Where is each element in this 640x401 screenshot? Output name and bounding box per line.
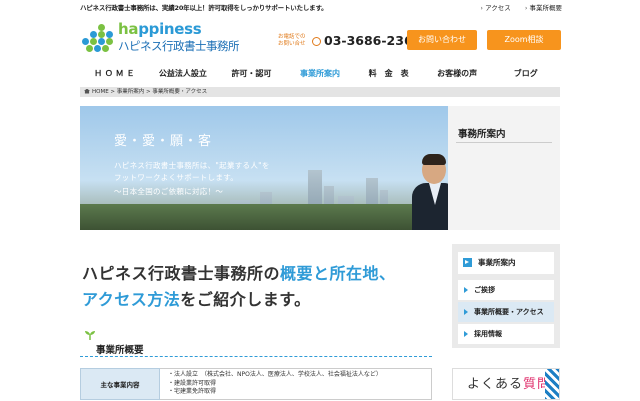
faq-label: よくある質問 bbox=[467, 377, 552, 392]
site-tagline: ハピネス行政書士事務所は、実績20年以上！許可取得をしっかりサポートいたします。 bbox=[80, 4, 328, 12]
stripe-decoration bbox=[545, 369, 559, 399]
nav-item-home[interactable]: Ｈ Ｏ Ｍ Ｅ bbox=[80, 62, 149, 86]
nav-item-pricing[interactable]: 料 金 表 bbox=[354, 62, 423, 86]
top-links: アクセス 事業所概要 bbox=[468, 2, 562, 12]
top-link-overview[interactable]: 事業所概要 bbox=[525, 4, 562, 12]
representative-photo bbox=[412, 154, 448, 230]
nav-item-office[interactable]: 事業所案内 bbox=[286, 62, 355, 86]
side-heading-box: 事務所案内 bbox=[448, 106, 560, 230]
section-header: 事業所概要 bbox=[80, 330, 432, 358]
hero-heading: 愛・愛・願・客 bbox=[114, 134, 213, 149]
sidebar-item-office-guide[interactable]: 事業所案内 bbox=[458, 252, 554, 274]
logo-dots-icon bbox=[82, 22, 116, 52]
phone-icon bbox=[312, 37, 321, 46]
table-value-cell: ・法人設立 （株式会社、NPO法人、医療法人、学校法人、社会福祉法人など） ・建… bbox=[160, 368, 432, 400]
faq-banner[interactable]: よくある質問 bbox=[452, 368, 560, 400]
nav-item-blog[interactable]: ブログ bbox=[491, 62, 560, 86]
logo-text-en: happiness bbox=[118, 20, 202, 38]
hero-line-2: フットワークよくサポートします。 bbox=[114, 173, 239, 182]
hero-banner: 愛・愛・願・客 ハピネス行政書士事務所は、"起業する人"を フットワークよくサポ… bbox=[80, 106, 448, 230]
sidebar-item-recruit[interactable]: 採用情報 bbox=[458, 324, 554, 344]
sidebar-item-greeting[interactable]: ご挨拶 bbox=[458, 280, 554, 300]
sidebar-item-overview-access[interactable]: 事業所概要・アクセス bbox=[458, 302, 554, 322]
nav-item-voices[interactable]: お客様の声 bbox=[423, 62, 492, 86]
contact-button[interactable]: お問い合わせ bbox=[407, 30, 477, 50]
hero-line-1: ハピネス行政書士事務所は、"起業する人"を bbox=[114, 161, 270, 170]
site-logo[interactable]: happiness ハピネス行政書士事務所 bbox=[82, 20, 262, 54]
breadcrumb: HOME > 事業所案内 > 事業所概要・アクセス bbox=[80, 87, 560, 97]
phone-number[interactable]: 03-3686-2366 bbox=[312, 33, 421, 48]
divider bbox=[456, 142, 552, 143]
side-heading: 事務所案内 bbox=[458, 129, 506, 140]
zoom-consult-button[interactable]: Zoom相談 bbox=[487, 30, 561, 50]
home-icon bbox=[84, 88, 90, 94]
nav-item-public-corp[interactable]: 公益法人設立 bbox=[149, 62, 218, 86]
section-title: 事業所概要 bbox=[96, 345, 144, 356]
top-bar: ハピネス行政書士事務所は、実績20年以上！許可取得をしっかりサポートいたします。… bbox=[0, 0, 640, 14]
tel-note: お電話での お問い合せ bbox=[278, 34, 306, 47]
table-header-cell: 主な事業内容 bbox=[80, 368, 160, 400]
top-link-access[interactable]: アクセス bbox=[480, 4, 510, 12]
page-title-line-2: アクセス方法をご紹介します。 bbox=[82, 290, 311, 309]
divider bbox=[80, 356, 432, 357]
hero-line-3: 〜日本全国のご依頼に対応！〜 bbox=[114, 187, 224, 196]
sidebar-nav: 事業所案内 ご挨拶 事業所概要・アクセス 採用情報 bbox=[452, 244, 560, 348]
logo-text-jp: ハピネス行政書士事務所 bbox=[118, 39, 240, 53]
page-title-line-1: ハピネス行政書士事務所の概要と所在地、 bbox=[82, 264, 396, 283]
global-nav: Ｈ Ｏ Ｍ Ｅ 公益法人設立 許可・認可 事業所案内 料 金 表 お客様の声 ブ… bbox=[80, 62, 560, 86]
nav-item-license[interactable]: 許可・認可 bbox=[217, 62, 286, 86]
sprout-icon bbox=[85, 331, 95, 340]
